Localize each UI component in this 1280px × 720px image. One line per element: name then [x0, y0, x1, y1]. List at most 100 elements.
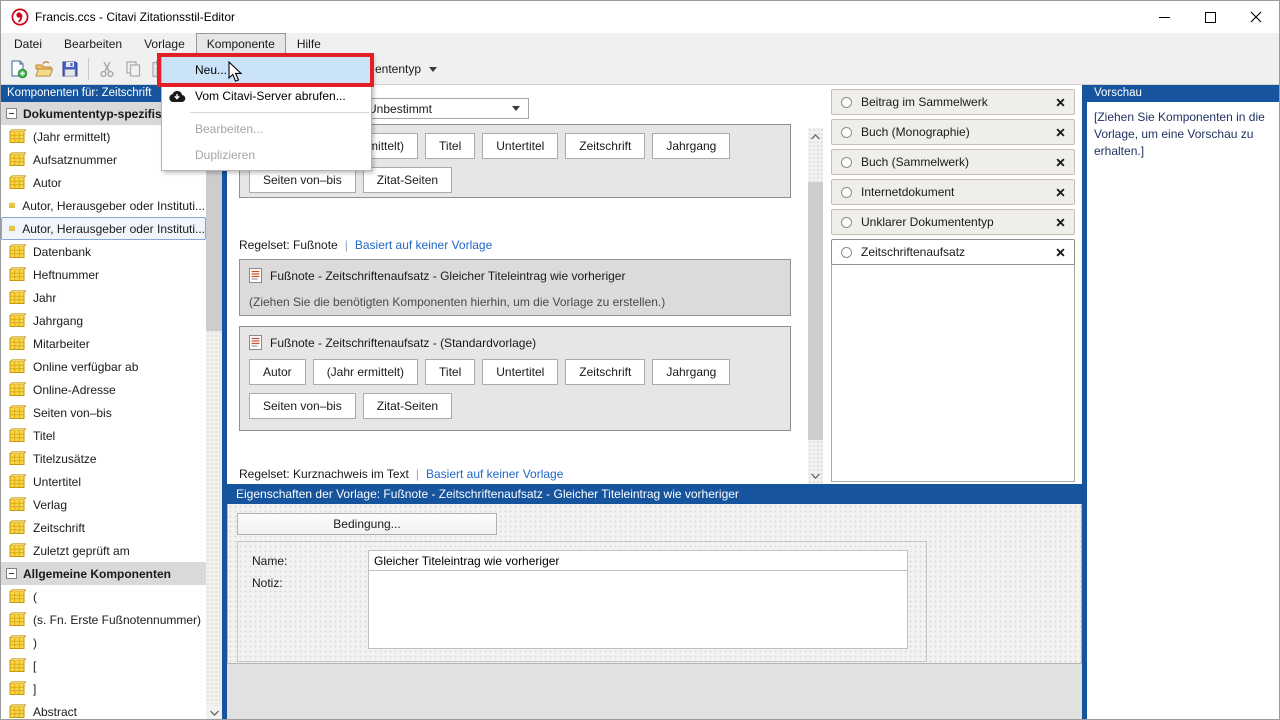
- component-list-item[interactable]: Zuletzt geprüft am: [1, 539, 206, 562]
- component-list-item[interactable]: [: [1, 654, 206, 677]
- minimize-button[interactable]: [1141, 1, 1187, 33]
- scroll-down-icon[interactable]: [206, 704, 222, 720]
- doctype-tab-label: Internetdokument: [861, 185, 1047, 199]
- component-chip[interactable]: Jahrgang: [652, 133, 730, 159]
- component-list-item[interactable]: Verlag: [1, 493, 206, 516]
- component-chip[interactable]: Titel: [425, 133, 475, 159]
- component-list-item[interactable]: Jahr: [1, 286, 206, 309]
- close-icon[interactable]: [1056, 248, 1065, 257]
- doctype-tab[interactable]: Buch (Monographie): [831, 119, 1075, 145]
- component-brick-icon: [9, 612, 26, 627]
- close-icon[interactable]: [1056, 158, 1065, 167]
- component-chip[interactable]: (Jahr ermittelt): [313, 359, 418, 385]
- menu-item[interactable]: Vom Citavi-Server abrufen...: [162, 83, 371, 109]
- collapse-icon[interactable]: [6, 108, 17, 119]
- component-list-item[interactable]: Heftnummer: [1, 263, 206, 286]
- template-note-textarea[interactable]: [368, 571, 908, 649]
- component-chip[interactable]: Zitat-Seiten: [363, 393, 452, 419]
- condition-button[interactable]: Bedingung...: [237, 513, 497, 535]
- component-list-item[interactable]: Online verfügbar ab: [1, 355, 206, 378]
- radio-icon[interactable]: [841, 127, 852, 138]
- component-brick-icon: [9, 359, 26, 374]
- component-list-item[interactable]: Abstract: [1, 700, 206, 720]
- doctype-tab[interactable]: Internetdokument: [831, 179, 1075, 205]
- close-button[interactable]: [1233, 1, 1279, 33]
- component-chip[interactable]: Autor: [249, 359, 306, 385]
- doctype-tab[interactable]: Beitrag im Sammelwerk: [831, 89, 1075, 115]
- menubar-item[interactable]: Datei: [3, 33, 53, 54]
- new-template-icon[interactable]: [5, 56, 31, 82]
- menubar-item[interactable]: Bearbeiten: [53, 33, 133, 54]
- close-icon[interactable]: [1056, 218, 1065, 227]
- template-box-standard[interactable]: Fußnote - Zeitschriftenaufsatz - (Standa…: [239, 326, 791, 431]
- radio-icon[interactable]: [841, 247, 852, 258]
- menu-item[interactable]: Duplizieren: [162, 142, 371, 168]
- editor-scrollbar[interactable]: [808, 128, 823, 484]
- component-list-item[interactable]: Autor: [1, 171, 206, 194]
- component-list-item[interactable]: Mitarbeiter: [1, 332, 206, 355]
- based-on-link[interactable]: Basiert auf keiner Vorlage: [426, 467, 563, 481]
- component-label: Untertitel: [33, 475, 81, 489]
- component-list-item[interactable]: Online-Adresse: [1, 378, 206, 401]
- based-on-link[interactable]: Basiert auf keiner Vorlage: [355, 238, 492, 252]
- component-section-header[interactable]: Allgemeine Komponenten: [1, 562, 206, 585]
- scroll-up-icon[interactable]: [808, 128, 823, 145]
- component-list-item[interactable]: (s. Fn. Erste Fußnotennummer): [1, 608, 206, 631]
- component-chip[interactable]: Jahrgang: [652, 359, 730, 385]
- component-brick-icon: [9, 198, 15, 213]
- component-brick-icon: [9, 704, 26, 719]
- editor-scrollbar-thumb[interactable]: [808, 182, 823, 440]
- component-chip[interactable]: Titel: [425, 359, 475, 385]
- component-list-item[interactable]: Titelzusätze: [1, 447, 206, 470]
- template-box-selected[interactable]: Fußnote - Zeitschriftenaufsatz - Gleiche…: [239, 259, 791, 316]
- collapse-icon[interactable]: [6, 568, 17, 579]
- menubar-item[interactable]: Komponente: [196, 33, 286, 54]
- save-icon[interactable]: [57, 56, 83, 82]
- menu-item[interactable]: Bearbeiten...: [162, 116, 371, 142]
- component-chip[interactable]: Zitat-Seiten: [363, 167, 452, 193]
- radio-icon[interactable]: [841, 217, 852, 228]
- menubar-item[interactable]: Vorlage: [133, 33, 196, 54]
- component-label: Online-Adresse: [33, 383, 116, 397]
- component-list-item[interactable]: Autor, Herausgeber oder Instituti...: [1, 217, 206, 240]
- component-list-item[interactable]: Autor, Herausgeber oder Instituti...: [1, 194, 206, 217]
- maximize-button[interactable]: [1187, 1, 1233, 33]
- component-list-item[interactable]: Untertitel: [1, 470, 206, 493]
- component-label: Autor, Herausgeber oder Instituti...: [22, 222, 205, 236]
- toolbar-separator: [88, 58, 89, 80]
- doctype-tab[interactable]: Buch (Sammelwerk): [831, 149, 1075, 175]
- component-chip[interactable]: Zeitschrift: [565, 133, 645, 159]
- radio-icon[interactable]: [841, 187, 852, 198]
- radio-icon[interactable]: [841, 157, 852, 168]
- doctype-select[interactable]: Unbestimmt: [359, 98, 529, 119]
- component-list-item[interactable]: Seiten von–bis: [1, 401, 206, 424]
- component-chip[interactable]: Seiten von–bis: [249, 393, 356, 419]
- component-chip[interactable]: Untertitel: [482, 359, 558, 385]
- ruleset-footnote-line: Regelset: Fußnote | Basiert auf keiner V…: [239, 238, 492, 252]
- scroll-down-icon[interactable]: [808, 467, 823, 484]
- menu-item[interactable]: Neu...: [162, 57, 371, 83]
- doctype-tab-label: Beitrag im Sammelwerk: [861, 95, 1047, 109]
- doctype-tab[interactable]: Unklarer Dokumententyp: [831, 209, 1075, 235]
- pipe-separator: |: [345, 238, 348, 252]
- doctype-dropdown-fragment[interactable]: ententyp: [375, 62, 437, 76]
- sidebar-scrollbar[interactable]: [206, 102, 222, 720]
- preview-panel-header: Vorschau: [1087, 85, 1280, 102]
- template-name-input[interactable]: [368, 550, 908, 571]
- close-icon[interactable]: [1056, 128, 1065, 137]
- component-list-item[interactable]: Datenbank: [1, 240, 206, 263]
- component-chip[interactable]: Zeitschrift: [565, 359, 645, 385]
- component-list-item[interactable]: Zeitschrift: [1, 516, 206, 539]
- radio-icon[interactable]: [841, 97, 852, 108]
- component-list-item[interactable]: Jahrgang: [1, 309, 206, 332]
- component-chip[interactable]: Untertitel: [482, 133, 558, 159]
- component-list-item[interactable]: ]: [1, 677, 206, 700]
- open-icon[interactable]: [31, 56, 57, 82]
- component-list-item[interactable]: ): [1, 631, 206, 654]
- doctype-tab[interactable]: Zeitschriftenaufsatz: [831, 239, 1075, 265]
- component-list-item[interactable]: Titel: [1, 424, 206, 447]
- close-icon[interactable]: [1056, 188, 1065, 197]
- component-list-item[interactable]: (: [1, 585, 206, 608]
- menubar-item[interactable]: Hilfe: [286, 33, 332, 54]
- close-icon[interactable]: [1056, 98, 1065, 107]
